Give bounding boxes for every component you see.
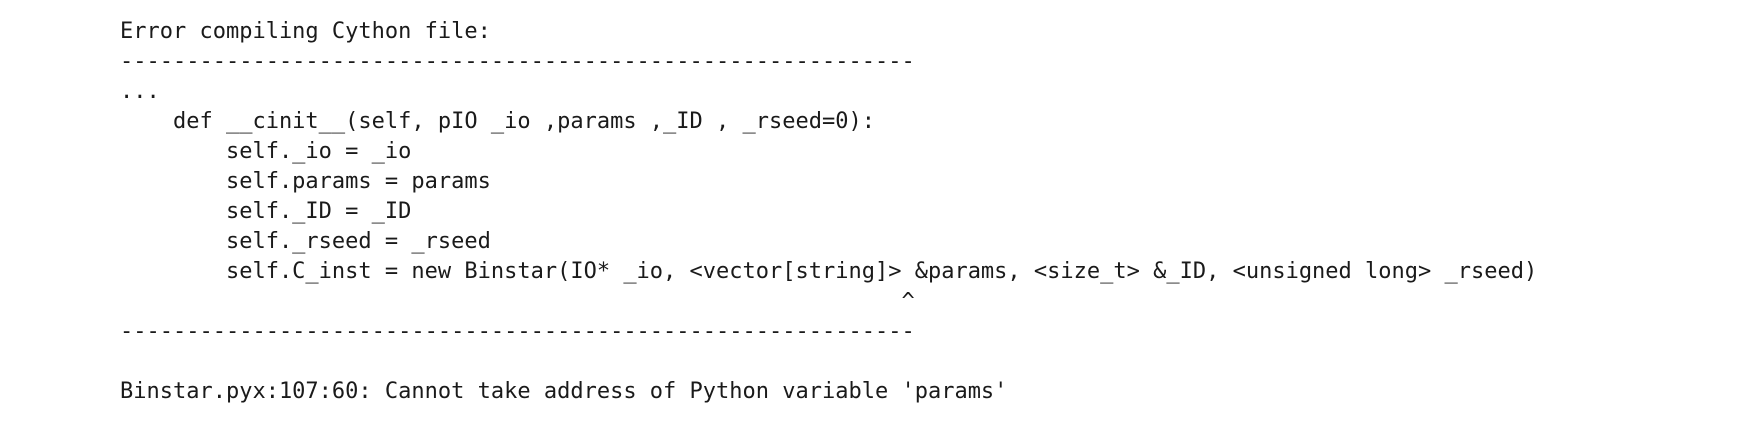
code-line-c-inst: self.C_inst = new Binstar(IO* _io, <vect… [120, 259, 1538, 284]
caret-indicator: ^ [120, 289, 915, 314]
code-line-io: self._io = _io [120, 139, 412, 164]
separator-top: ----------------------------------------… [120, 49, 915, 74]
code-line-def: def __cinit__(self, pIO _io ,params ,_ID… [120, 109, 875, 134]
terminal-output: Error compiling Cython file: -----------… [120, 17, 1537, 407]
code-line-params: self.params = params [120, 169, 491, 194]
separator-bottom: ----------------------------------------… [120, 319, 915, 344]
code-line-rseed: self._rseed = _rseed [120, 229, 491, 254]
error-message: Binstar.pyx:107:60: Cannot take address … [120, 379, 1008, 404]
ellipsis-line: ... [120, 79, 160, 104]
code-line-id: self._ID = _ID [120, 199, 412, 224]
error-header: Error compiling Cython file: [120, 19, 491, 44]
